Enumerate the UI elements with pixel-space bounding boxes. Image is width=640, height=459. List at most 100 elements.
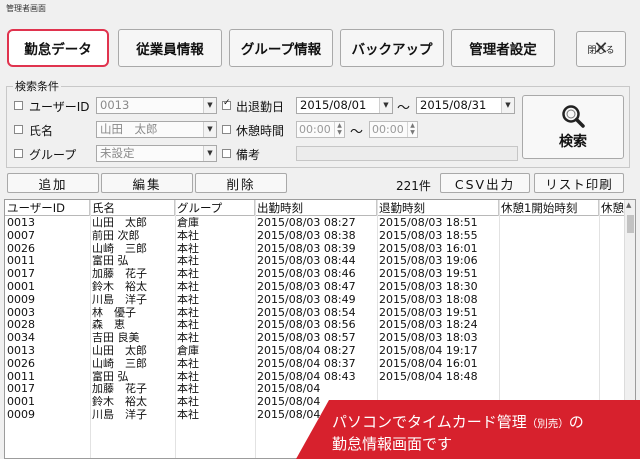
table-cell: 倉庫 bbox=[177, 217, 199, 229]
csv-export-label: CSV出力 bbox=[454, 176, 516, 192]
break-checkbox[interactable] bbox=[222, 125, 231, 134]
banner-line1-tail: の bbox=[568, 413, 584, 431]
table-cell: 2015/08/03 08:49 bbox=[257, 293, 356, 306]
add-button[interactable]: 追加 bbox=[7, 173, 99, 193]
date-to-combo[interactable]: 2015/08/31 ▼ bbox=[416, 97, 515, 114]
table-row[interactable]: 0011 富田 弘 本社 2015/08/03 08:44 2015/08/03 19:… bbox=[5, 255, 625, 268]
print-list-label: リスト印刷 bbox=[545, 176, 613, 192]
table-row[interactable]: 0028 森 恵 本社 2015/08/03 08:56 2015/08/03 18:2… bbox=[5, 319, 625, 332]
table-row[interactable]: 0001 鈴木 裕太 本社 2015/08/03 08:47 2015/08/03 18… bbox=[5, 281, 625, 294]
table-cell: 鈴木 裕太 bbox=[92, 281, 147, 293]
col-clock-in[interactable]: 出勤時刻 bbox=[255, 200, 377, 216]
table-cell: 2015/08/03 08:44 bbox=[257, 255, 356, 268]
memo-input[interactable] bbox=[296, 146, 518, 161]
table-cell: 森 恵 bbox=[92, 319, 125, 332]
group-combo[interactable]: 未設定 ▼ bbox=[96, 145, 217, 162]
table-cell: 倉庫 bbox=[177, 345, 199, 357]
table-cell: 2015/08/03 18:51 bbox=[379, 217, 478, 229]
col-name[interactable]: 氏名 bbox=[90, 200, 175, 216]
table-row[interactable]: 0007 前田 次郎 本社 2015/08/03 08:38 2015/08/03 18… bbox=[5, 230, 625, 243]
employee-info-button[interactable]: 従業員情報 bbox=[118, 29, 222, 67]
banner-line1-small: （別売） bbox=[526, 418, 569, 430]
table-row[interactable]: 0017 加藤 花子 本社 2015/08/04 bbox=[5, 383, 625, 396]
delete-label: 削除 bbox=[226, 176, 256, 192]
date-range-separator: ～ bbox=[397, 101, 411, 116]
table-row[interactable]: 0017 加藤 花子 本社 2015/08/03 08:46 2015/08/03 19… bbox=[5, 268, 625, 281]
csv-export-button[interactable]: CSV出力 bbox=[440, 173, 530, 193]
admin-settings-button[interactable]: 管理者設定 bbox=[451, 29, 555, 67]
spin-arrows-icon: ▲ ▼ bbox=[334, 122, 344, 137]
table-row[interactable]: 0013 山田 太郎 倉庫 2015/08/03 08:27 2015/08/03 18… bbox=[5, 217, 625, 230]
col-clock-out[interactable]: 退勤時刻 bbox=[377, 200, 499, 216]
table-cell: 2015/08/03 18:03 bbox=[379, 332, 478, 345]
name-combo[interactable]: 山田 太郎 ▼ bbox=[96, 121, 217, 138]
table-cell: 本社 bbox=[177, 268, 199, 281]
col-break-more[interactable]: 休憩 bbox=[599, 200, 625, 216]
col-group[interactable]: グループ bbox=[175, 200, 255, 216]
chevron-down-icon: ▼ bbox=[203, 98, 216, 113]
table-cell: 0007 bbox=[7, 229, 35, 242]
memo-label: 備考 bbox=[236, 148, 261, 162]
date-from-combo[interactable]: 2015/08/01 ▼ bbox=[296, 97, 393, 114]
group-info-button[interactable]: グループ情報 bbox=[229, 29, 333, 67]
table-row[interactable]: 0003 林 優子 本社 2015/08/03 08:54 2015/08/03 19:… bbox=[5, 307, 625, 320]
print-list-button[interactable]: リスト印刷 bbox=[534, 173, 624, 193]
date-label: 出退勤日 bbox=[236, 100, 285, 114]
table-cell: 0011 bbox=[7, 255, 35, 268]
group-checkbox[interactable] bbox=[14, 149, 23, 158]
user-id-value: 0013 bbox=[100, 98, 130, 112]
break-to-spinner[interactable]: 00:00 ▲ ▼ bbox=[369, 121, 418, 138]
record-count: 221件 bbox=[396, 179, 431, 193]
edit-button[interactable]: 編集 bbox=[101, 173, 193, 193]
table-cell: 本社 bbox=[177, 281, 199, 293]
date-from-value: 2015/08/01 bbox=[300, 98, 367, 112]
date-to-value: 2015/08/31 bbox=[420, 98, 487, 112]
table-cell: 2015/08/04 bbox=[257, 383, 321, 396]
table-cell: 2015/08/04 16:01 bbox=[379, 357, 478, 370]
delete-button[interactable]: 削除 bbox=[195, 173, 287, 193]
table-row[interactable]: 0009 川島 洋子 本社 2015/08/03 08:49 2015/08/03 18… bbox=[5, 294, 625, 307]
table-cell: 本社 bbox=[177, 409, 199, 421]
table-cell: 2015/08/03 08:47 bbox=[257, 281, 356, 293]
attendance-data-button[interactable]: 勤怠データ bbox=[7, 29, 109, 67]
table-cell: 0017 bbox=[7, 268, 35, 281]
table-cell: 川島 洋子 bbox=[92, 293, 147, 306]
window-title: 管理者画面 bbox=[6, 4, 46, 13]
backup-button[interactable]: バックアップ bbox=[340, 29, 444, 67]
table-row[interactable]: 0026 山崎 三郎 本社 2015/08/03 08:39 2015/08/03 16… bbox=[5, 243, 625, 256]
scrollbar-thumb[interactable] bbox=[627, 215, 634, 233]
table-cell: 0034 bbox=[7, 332, 35, 345]
table-cell: 鈴木 裕太 bbox=[92, 396, 147, 409]
table-cell: 富田 弘 bbox=[92, 370, 129, 383]
table-cell: 2015/08/03 19:51 bbox=[379, 306, 478, 319]
banner-line1: パソコンでタイムカード管理（別売）の bbox=[332, 411, 584, 432]
table-row[interactable]: 0026 山崎 三郎 本社 2015/08/04 08:37 2015/08/04 16… bbox=[5, 358, 625, 371]
break-from-spinner[interactable]: 00:00 ▲ ▼ bbox=[296, 121, 345, 138]
memo-checkbox[interactable] bbox=[222, 149, 231, 158]
col-break1-start[interactable]: 休憩1開始時刻 bbox=[499, 200, 599, 216]
chevron-down-icon: ▼ bbox=[203, 146, 216, 161]
table-cell: 2015/08/03 08:27 bbox=[257, 217, 356, 229]
table-cell: 2015/08/04 08:43 bbox=[257, 370, 356, 383]
table-header: ユーザーID 氏名 グループ 出勤時刻 退勤時刻 休憩1開始時刻 休憩 bbox=[5, 200, 635, 216]
scroll-up-icon[interactable]: ▲ bbox=[626, 201, 631, 209]
table-row[interactable]: 0013 山田 太郎 倉庫 2015/08/04 08:27 2015/08/04 19… bbox=[5, 345, 625, 358]
attendance-data-label: 勤怠データ bbox=[24, 42, 92, 58]
name-checkbox[interactable] bbox=[14, 125, 23, 134]
user-id-checkbox[interactable] bbox=[14, 101, 23, 110]
close-button[interactable]: ✕ 閉じる bbox=[576, 31, 626, 67]
spin-arrows-icon: ▲ ▼ bbox=[407, 122, 417, 137]
group-value: 未設定 bbox=[100, 146, 135, 160]
col-user-id[interactable]: ユーザーID bbox=[5, 200, 90, 216]
table-row[interactable]: 0034 吉田 良美 本社 2015/08/03 08:57 2015/08/03 18… bbox=[5, 332, 625, 345]
date-checkbox[interactable] bbox=[222, 98, 231, 110]
table-cell: 2015/08/04 19:17 bbox=[379, 345, 478, 357]
table-cell: 前田 次郎 bbox=[92, 229, 140, 242]
table-row[interactable]: 0011 富田 弘 本社 2015/08/04 08:43 2015/08/04 18:… bbox=[5, 371, 625, 384]
banner-line1-main: パソコンでタイムカード管理 bbox=[332, 413, 527, 431]
table-cell: 2015/08/03 19:51 bbox=[379, 268, 478, 281]
table-cell: 2015/08/04 08:37 bbox=[257, 357, 356, 370]
search-button[interactable]: 検索 bbox=[522, 95, 624, 159]
promo-banner: パソコンでタイムカード管理（別売）の 勤怠情報画面です bbox=[296, 400, 640, 459]
user-id-combo[interactable]: 0013 ▼ bbox=[96, 97, 217, 114]
